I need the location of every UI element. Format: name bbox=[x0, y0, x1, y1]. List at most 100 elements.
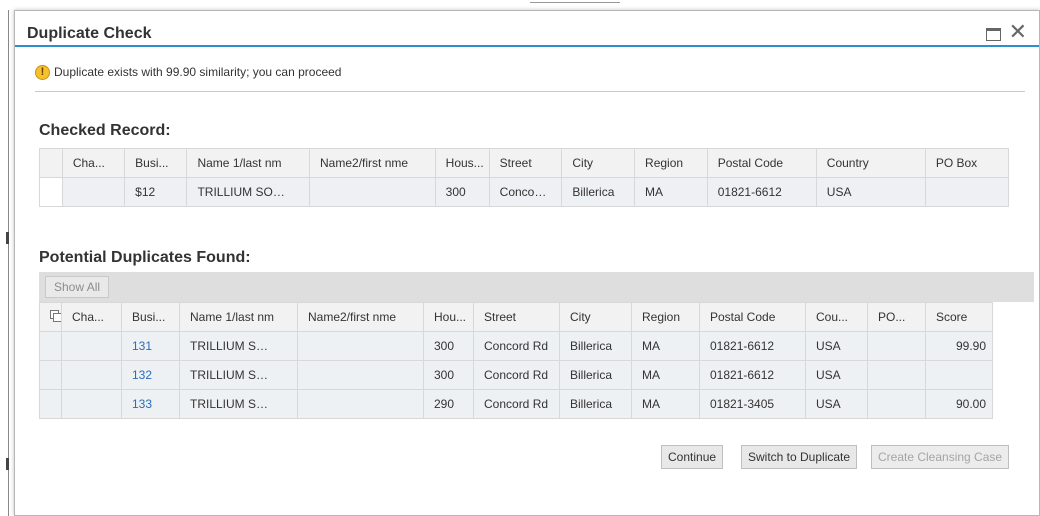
row-selector[interactable] bbox=[39, 177, 63, 207]
score-cell: 90.00 bbox=[925, 389, 993, 419]
column-header[interactable]: Name 1/last nm bbox=[186, 148, 311, 178]
column-header[interactable]: Cha... bbox=[61, 148, 126, 178]
table-cell: TRILLIUM S… bbox=[179, 331, 298, 361]
background-marker bbox=[6, 232, 9, 244]
table-cell bbox=[309, 177, 436, 207]
table-cell bbox=[297, 331, 424, 361]
table-cell: 01821-6612 bbox=[699, 360, 806, 390]
status-message: ! Duplicate exists with 99.90 similarity… bbox=[35, 63, 341, 81]
column-header[interactable]: PO... bbox=[867, 302, 926, 332]
table-cell: MA bbox=[631, 389, 700, 419]
row-selector-header bbox=[39, 148, 63, 178]
score-cell bbox=[925, 360, 993, 390]
column-header[interactable]: Busi... bbox=[124, 148, 188, 178]
column-header[interactable]: Postal Code bbox=[706, 148, 817, 178]
table-cell: USA bbox=[805, 389, 868, 419]
table-row[interactable]: 131 TRILLIUM S… 300 Concord Rd Billerica… bbox=[39, 331, 993, 361]
table-cell: Conco… bbox=[488, 177, 563, 207]
table-header-row: Cha... Busi... Name 1/last nm Name2/firs… bbox=[39, 302, 993, 332]
table-cell: $12 bbox=[124, 177, 188, 207]
checked-record-table: Cha... Busi... Name 1/last nm Name2/firs… bbox=[39, 148, 1010, 207]
column-header[interactable]: Busi... bbox=[121, 302, 180, 332]
column-header[interactable]: Name 1/last nm bbox=[179, 302, 298, 332]
table-cell: 290 bbox=[423, 389, 474, 419]
status-message-text: Duplicate exists with 99.90 similarity; … bbox=[54, 65, 342, 79]
table-cell: USA bbox=[805, 331, 868, 361]
select-all-icon[interactable] bbox=[50, 309, 61, 322]
column-header[interactable]: Cha... bbox=[61, 302, 122, 332]
table-row[interactable]: $12 TRILLIUM SO… 300 Conco… Billerica MA… bbox=[39, 177, 1010, 207]
row-selector[interactable] bbox=[39, 331, 62, 361]
table-cell: 300 bbox=[434, 177, 490, 207]
column-header[interactable]: Street bbox=[473, 302, 560, 332]
business-partner-link[interactable]: 132 bbox=[132, 368, 152, 382]
table-cell: 300 bbox=[423, 331, 474, 361]
column-header[interactable]: Hous... bbox=[434, 148, 490, 178]
maximize-icon[interactable] bbox=[986, 28, 1001, 41]
table-cell: 01821-3405 bbox=[699, 389, 806, 419]
table-cell: TRILLIUM S… bbox=[179, 360, 298, 390]
table-cell: MA bbox=[631, 360, 700, 390]
dialog-title-bar: Duplicate Check ✕ bbox=[15, 11, 1039, 47]
table-cell: 300 bbox=[423, 360, 474, 390]
background-divider bbox=[8, 10, 9, 516]
background-app-edge bbox=[0, 0, 10, 516]
table-cell: TRILLIUM S… bbox=[179, 389, 298, 419]
column-header[interactable]: City bbox=[561, 148, 636, 178]
table-cell bbox=[924, 177, 1010, 207]
duplicate-check-dialog: Duplicate Check ✕ ! Duplicate exists wit… bbox=[14, 10, 1040, 516]
dialog-title: Duplicate Check bbox=[27, 25, 152, 42]
column-header[interactable]: PO Box bbox=[924, 148, 1010, 178]
potential-duplicates-title: Potential Duplicates Found: bbox=[39, 249, 251, 266]
table-cell: MA bbox=[634, 177, 708, 207]
business-partner-link[interactable]: 131 bbox=[132, 339, 152, 353]
column-header[interactable]: Cou... bbox=[805, 302, 868, 332]
table-cell bbox=[297, 360, 424, 390]
table-cell: Concord Rd bbox=[473, 360, 560, 390]
show-all-button[interactable]: Show All bbox=[45, 276, 110, 298]
table-cell: 132 bbox=[121, 360, 180, 390]
table-cell: Concord Rd bbox=[473, 389, 560, 419]
switch-to-duplicate-button[interactable]: Switch to Duplicate bbox=[741, 445, 858, 469]
message-divider bbox=[35, 91, 1025, 92]
duplicates-toolbar: Show All bbox=[39, 272, 1034, 302]
table-cell: Billerica bbox=[559, 389, 632, 419]
score-cell: 99.90 bbox=[925, 331, 993, 361]
table-cell bbox=[61, 389, 122, 419]
select-all-header[interactable] bbox=[39, 302, 62, 332]
table-cell: 01821-6612 bbox=[699, 331, 806, 361]
table-row[interactable]: 132 TRILLIUM S… 300 Concord Rd Billerica… bbox=[39, 360, 993, 390]
row-selector[interactable] bbox=[39, 360, 62, 390]
business-partner-link[interactable]: 133 bbox=[132, 397, 152, 411]
table-cell: Billerica bbox=[559, 331, 632, 361]
column-header[interactable]: Region bbox=[631, 302, 700, 332]
background-hint bbox=[530, 2, 620, 6]
table-cell: 01821-6612 bbox=[706, 177, 817, 207]
column-header[interactable]: City bbox=[559, 302, 632, 332]
warning-icon: ! bbox=[35, 64, 50, 80]
table-cell bbox=[867, 360, 926, 390]
column-header[interactable]: Postal Code bbox=[699, 302, 806, 332]
column-header[interactable]: Name2/first nme bbox=[309, 148, 436, 178]
create-cleansing-case-button[interactable]: Create Cleansing Case bbox=[871, 445, 1010, 469]
column-header[interactable]: Street bbox=[488, 148, 563, 178]
table-row[interactable]: 133 TRILLIUM S… 290 Concord Rd Billerica… bbox=[39, 389, 993, 419]
potential-duplicates-table: Cha... Busi... Name 1/last nm Name2/firs… bbox=[39, 302, 993, 419]
table-cell: MA bbox=[631, 331, 700, 361]
row-selector[interactable] bbox=[39, 389, 62, 419]
continue-button[interactable]: Continue bbox=[661, 445, 724, 469]
column-header[interactable]: Name2/first nme bbox=[297, 302, 424, 332]
column-header[interactable]: Score bbox=[925, 302, 993, 332]
column-header[interactable]: Region bbox=[634, 148, 708, 178]
checked-record-title: Checked Record: bbox=[39, 122, 171, 139]
close-icon[interactable]: ✕ bbox=[1009, 21, 1027, 43]
column-header[interactable]: Hou... bbox=[423, 302, 474, 332]
table-cell: Billerica bbox=[559, 360, 632, 390]
background-marker bbox=[6, 458, 9, 470]
table-cell: Concord Rd bbox=[473, 331, 560, 361]
column-header[interactable]: Country bbox=[815, 148, 926, 178]
table-cell bbox=[867, 331, 926, 361]
table-cell: Billerica bbox=[561, 177, 636, 207]
table-cell: USA bbox=[805, 360, 868, 390]
table-cell bbox=[61, 360, 122, 390]
